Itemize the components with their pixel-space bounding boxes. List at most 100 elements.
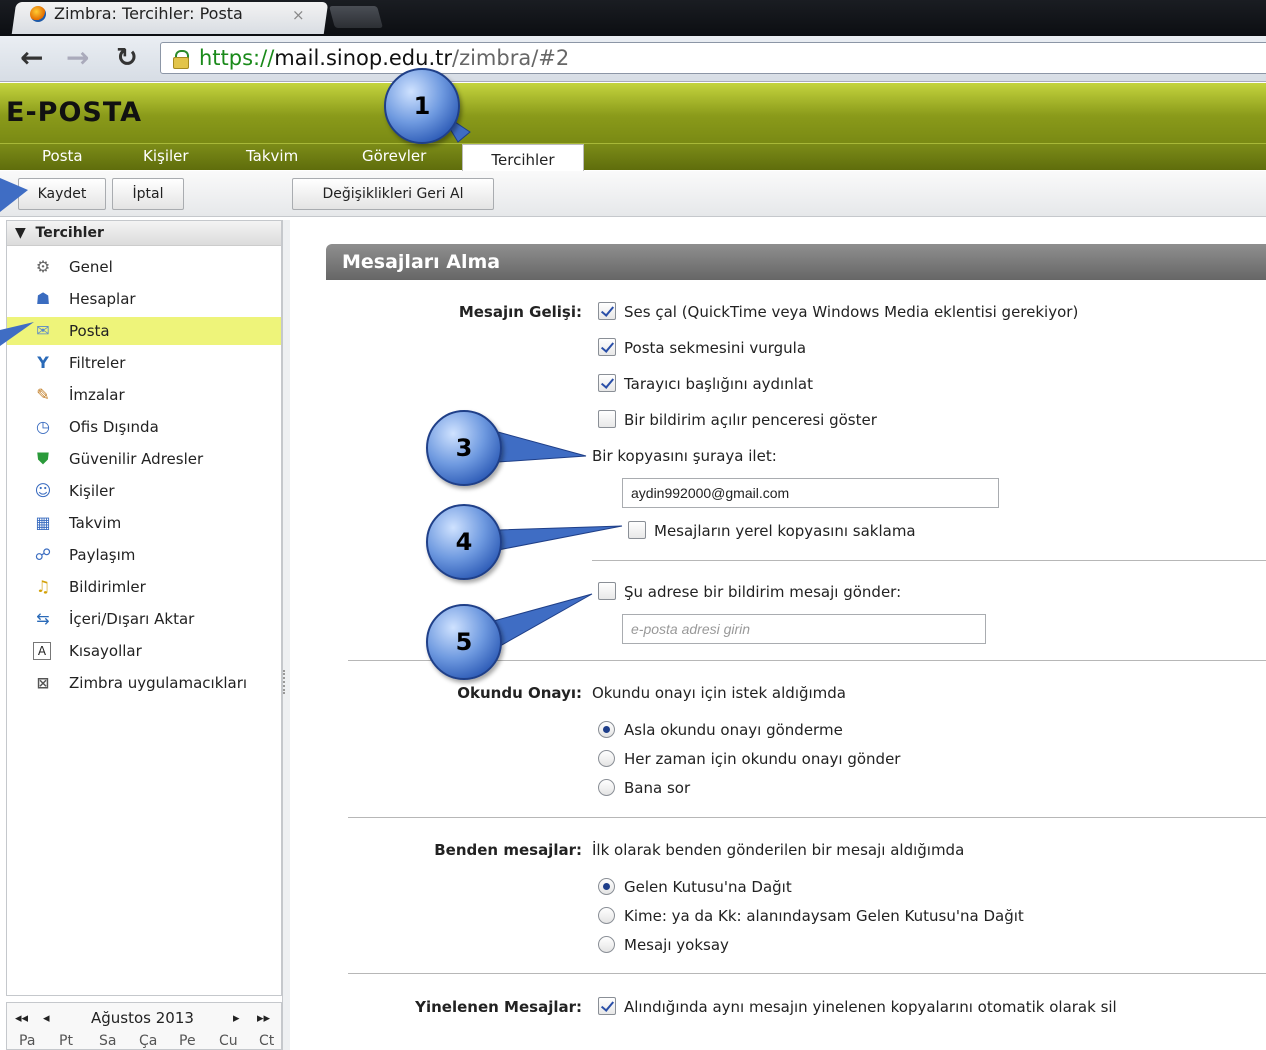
accounts-icon: ☗ — [35, 289, 51, 308]
read-receipt-desc: Okundu onayı için istek aldığımda — [592, 684, 846, 702]
sidebar-item-hesaplar[interactable]: ☗ Hesaplar — [7, 285, 281, 313]
panel-splitter[interactable] — [282, 220, 290, 1050]
preferences-sidebar: ▼ Tercihler ⚙ Genel ☗ Hesaplar ✉ Posta Y Fil… — [6, 220, 282, 996]
sidebar-item-kisiler[interactable]: ☺ Kişiler — [7, 477, 281, 505]
sharing-icon: ☍ — [34, 545, 52, 564]
no-local-copy-checkbox[interactable] — [628, 521, 646, 539]
app-logo: E-POSTA — [6, 97, 143, 128]
sidebar-item-label: Güvenilir Adresler — [69, 450, 204, 468]
sidebar-item-posta[interactable]: ✉ Posta — [7, 317, 281, 345]
sidebar-item-label: Posta — [69, 322, 110, 340]
calendar-icon: ▦ — [35, 513, 51, 532]
section-title: Mesajları Alma — [326, 244, 1266, 280]
zimlet-icon: ⊠ — [36, 674, 50, 692]
reload-icon[interactable]: ↻ — [116, 44, 138, 72]
ask-me-label: Bana sor — [624, 779, 691, 797]
sidebar-item-paylasim[interactable]: ☍ Paylaşım — [7, 541, 281, 569]
tab-takvim[interactable]: Takvim — [246, 147, 298, 165]
sidebar-item-iceri-disari-aktar[interactable]: ⇆ İçeri/Dışarı Aktar — [7, 605, 281, 633]
shield-icon: ⛊ — [36, 449, 49, 468]
callout-3: 3 — [426, 410, 502, 486]
out-of-office-icon: ◷ — [36, 417, 50, 436]
url-host: mail.sinop.edu.tr — [274, 46, 452, 70]
tab-close-icon[interactable]: × — [292, 6, 305, 24]
address-url: https://mail.sinop.edu.tr/zimbra/#2 — [199, 46, 569, 70]
save-button[interactable]: Kaydet — [18, 178, 106, 210]
divider — [592, 560, 1266, 561]
weekday-label: Pt — [59, 1033, 73, 1049]
sidebar-item-ofis-disinda[interactable]: ◷ Ofis Dışında — [7, 413, 281, 441]
notify-address-input[interactable]: e-posta adresi girin — [622, 614, 986, 644]
gear-icon: ⚙ — [35, 257, 51, 276]
app-tab-bar: Posta Kişiler Takvim Görevler — [0, 143, 1266, 170]
sidebar-item-label: İmzalar — [69, 386, 125, 404]
signature-icon: ✎ — [36, 385, 50, 404]
ignore-message-radio[interactable] — [598, 936, 615, 953]
never-send-receipt-radio[interactable] — [598, 721, 615, 738]
import-export-icon: ⇆ — [36, 609, 50, 628]
back-arrow-icon[interactable]: ← — [20, 44, 43, 72]
cancel-button[interactable]: İptal — [112, 178, 184, 210]
zimbra-favicon-icon — [30, 5, 46, 22]
splitter-grip[interactable] — [283, 670, 289, 694]
highlight-tab-label: Posta sekmesini vurgula — [624, 339, 807, 357]
toolbar — [0, 171, 1266, 217]
mail-icon: ✉ — [36, 321, 50, 340]
sidebar-item-filtreler[interactable]: Y Filtreler — [7, 349, 281, 377]
sidebar-item-guvenilir-adresler[interactable]: ⛊ Güvenilir Adresler — [7, 445, 281, 473]
divider — [348, 973, 1266, 974]
flash-title-label: Tarayıcı başlığını aydınlat — [624, 375, 813, 393]
ask-me-radio[interactable] — [598, 779, 615, 796]
duplicates-label: Yinelenen Mesajlar: — [415, 998, 582, 1016]
sidebar-item-label: Filtreler — [69, 354, 126, 372]
notify-address-checkbox[interactable] — [598, 582, 616, 600]
always-send-receipt-radio[interactable] — [598, 750, 615, 767]
collapse-triangle-icon: ▼ — [15, 225, 26, 241]
divider — [348, 817, 1266, 818]
delete-duplicates-label: Alındığında aynı mesajın yinelenen kopya… — [624, 998, 1117, 1016]
forward-arrow-icon[interactable]: → — [66, 44, 89, 72]
sidebar-item-imzalar[interactable]: ✎ İmzalar — [7, 381, 281, 409]
from-me-desc: İlk olarak benden gönderilen bir mesajı … — [592, 841, 965, 859]
sidebar-item-label: Bildirimler — [69, 578, 146, 596]
prev-year-icon[interactable]: ◂◂ — [15, 1011, 28, 1026]
revert-changes-button[interactable]: Değişiklikleri Geri Al — [292, 178, 494, 210]
contact-icon: ☺ — [34, 481, 52, 500]
callout-5: 5 — [426, 604, 502, 680]
sidebar-header[interactable]: ▼ Tercihler — [7, 221, 281, 246]
browser-tab-content: Zimbra: Tercihler: Posta — [30, 4, 243, 23]
weekday-label: Ça — [139, 1033, 158, 1049]
tab-kisiler[interactable]: Kişiler — [143, 147, 189, 165]
sidebar-item-kisayollar[interactable]: A Kısayollar — [7, 637, 281, 665]
tab-posta[interactable]: Posta — [42, 147, 83, 165]
delete-duplicates-checkbox[interactable] — [598, 997, 616, 1015]
forward-address-input[interactable]: aydin992000@gmail.com — [622, 478, 999, 508]
tab-tercihler[interactable]: Tercihler — [462, 144, 584, 172]
deliver-inbox-radio[interactable] — [598, 878, 615, 895]
show-popup-label: Bir bildirim açılır penceresi göster — [624, 411, 877, 429]
notify-address-label: Şu adrese bir bildirim mesajı gönder: — [624, 583, 902, 601]
new-tab-button[interactable] — [329, 6, 383, 28]
deliver-if-to-cc-radio[interactable] — [598, 907, 615, 924]
sidebar-item-bildirimler[interactable]: ♫ Bildirimler — [7, 573, 281, 601]
prev-month-icon[interactable]: ◂ — [43, 1011, 50, 1026]
flash-title-checkbox[interactable] — [598, 374, 616, 392]
address-bar[interactable]: https://mail.sinop.edu.tr/zimbra/#2 — [160, 42, 1266, 74]
play-sound-checkbox[interactable] — [598, 302, 616, 320]
next-month-icon[interactable]: ▸ — [233, 1011, 240, 1026]
sidebar-item-zimbra-uygulamaciklari[interactable]: ⊠ Zimbra uygulamacıkları — [7, 669, 281, 697]
highlight-tab-checkbox[interactable] — [598, 338, 616, 356]
tab-gorevler[interactable]: Görevler — [362, 147, 426, 165]
next-year-icon[interactable]: ▸▸ — [257, 1011, 270, 1026]
show-popup-checkbox[interactable] — [598, 410, 616, 428]
arrival-label: Mesajın Gelişi: — [458, 303, 582, 321]
weekday-label: Pe — [179, 1033, 196, 1049]
shortcut-icon: A — [33, 642, 51, 660]
weekday-label: Cu — [219, 1033, 238, 1049]
sidebar-item-label: Paylaşım — [69, 546, 136, 564]
callout-4: 4 — [426, 504, 502, 580]
sidebar-header-label: Tercihler — [35, 225, 104, 241]
sidebar-item-genel[interactable]: ⚙ Genel — [7, 253, 281, 281]
ignore-message-label: Mesajı yoksay — [624, 936, 729, 954]
sidebar-item-takvim[interactable]: ▦ Takvim — [7, 509, 281, 537]
